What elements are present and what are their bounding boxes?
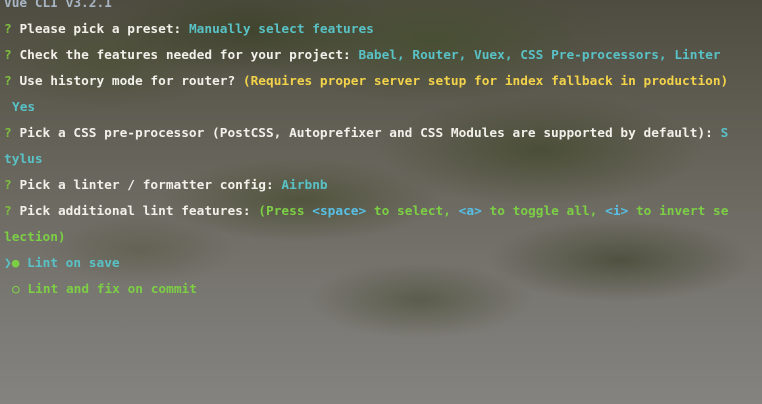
prompt-question: Use history mode for router? [19,74,236,89]
question-marker: ? [4,22,12,37]
prompt-answer: Babel, Router, Vuex, CSS Pre-processors,… [358,48,721,63]
prompt-hint-toggle: to toggle all, [489,204,598,219]
cli-version-title: Vue CLI v3.2.1 [4,0,758,14]
option-label: Lint and fix on commit [27,282,197,297]
cli-version-text: Vue CLI v3.2.1 [4,0,112,11]
prompt-answer-start: S [720,126,729,141]
prompt-question: Pick a linter / formatter config: [19,178,274,193]
terminal-window[interactable]: Vue CLI v3.2.1 ? Please pick a preset: M… [0,0,762,404]
prompt-preset: ? Please pick a preset: Manually select … [4,17,758,43]
key-space-hint: <space> [312,204,367,219]
prompt-question: Pick a CSS pre-processor (PostCSS, Autop… [19,126,713,141]
prompt-hint: (Requires proper server setup for index … [242,74,729,89]
prompt-question: Pick additional lint features: [19,204,251,219]
prompt-question: Please pick a preset: [19,22,182,37]
prompt-answer: Manually select features [188,22,374,37]
key-a-hint: <a> [458,204,482,219]
prompt-hint-open: (Press [258,204,305,219]
question-marker: ? [4,74,12,89]
prompt-hint-tail: lection) [4,230,66,245]
prompt-history-mode: ? Use history mode for router? (Requires… [4,69,758,95]
prompt-question: Check the features needed for your proje… [19,48,351,63]
prompt-history-mode-answer-line: Yes [4,95,758,121]
checked-circle-icon[interactable]: ● [12,256,20,271]
option-lint-on-save[interactable]: ❯● Lint on save [4,251,758,277]
prompt-css-preprocessor: ? Pick a CSS pre-processor (PostCSS, Aut… [4,121,758,147]
prompt-hint-select: to select, [373,204,451,219]
key-i-hint: <i> [605,204,629,219]
question-marker: ? [4,178,12,193]
prompt-answer: Airbnb [281,178,328,193]
option-lint-and-fix[interactable]: ○ Lint and fix on commit [4,277,758,303]
prompt-features: ? Check the features needed for your pro… [4,43,758,69]
prompt-answer: Yes [12,100,36,115]
prompt-css-preprocessor-wrap: tylus [4,147,758,173]
selection-pointer-icon: ❯ [4,256,12,271]
prompt-lint-features-wrap: lection) [4,225,758,251]
question-marker: ? [4,48,12,63]
prompt-hint-invert: to invert se [635,204,729,219]
prompt-answer-continued: tylus [4,152,43,167]
question-marker: ? [4,126,12,141]
prompt-linter-config: ? Pick a linter / formatter config: Airb… [4,173,758,199]
unchecked-circle-icon[interactable]: ○ [12,282,20,297]
option-label: Lint on save [27,256,120,271]
question-marker: ? [4,204,12,219]
prompt-lint-features: ? Pick additional lint features: (Press … [4,199,758,225]
